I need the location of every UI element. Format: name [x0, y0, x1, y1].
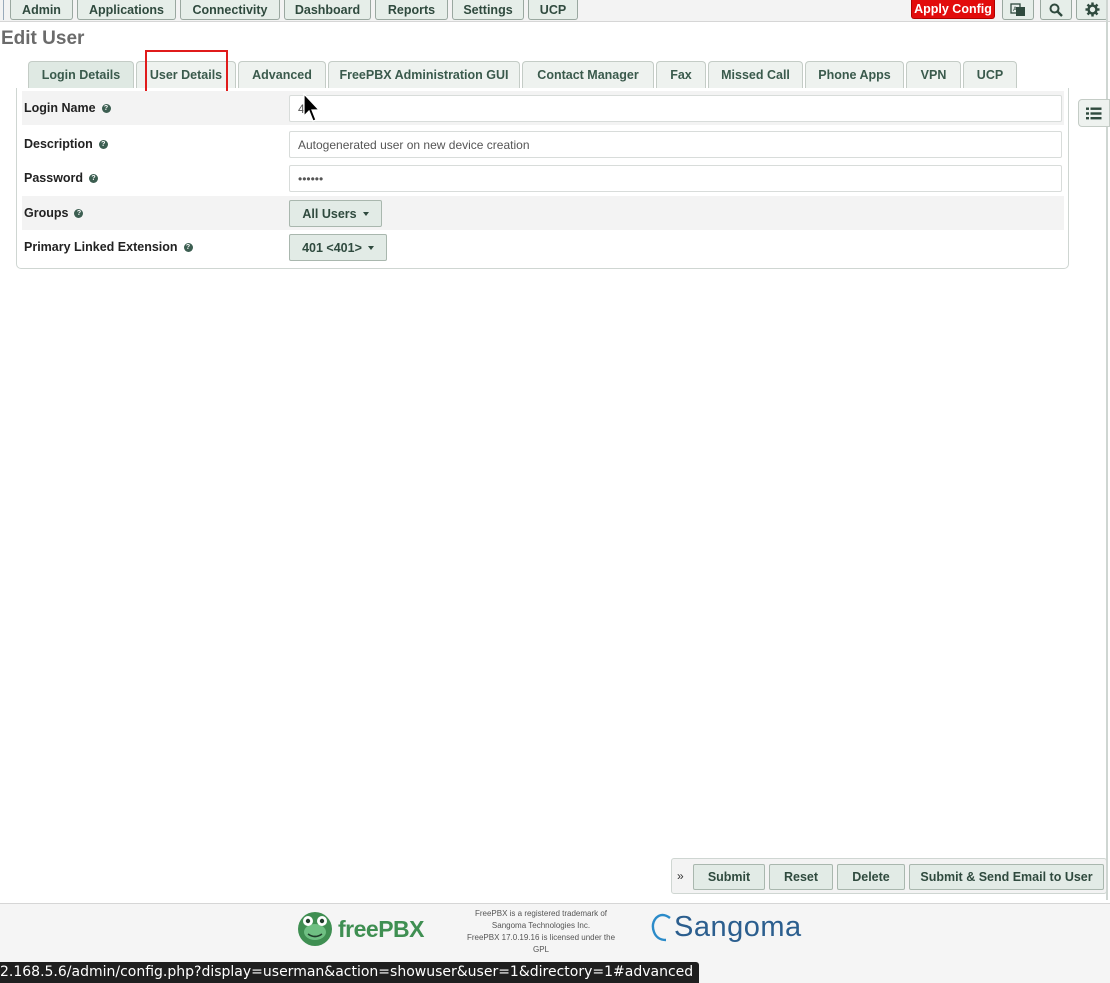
tab-advanced[interactable]: Advanced: [238, 61, 326, 88]
description-label-text: Description: [24, 137, 93, 151]
gear-icon: [1084, 2, 1100, 17]
trademark-line: FreePBX is a registered trademark of: [474, 909, 608, 918]
search-icon: [1049, 3, 1063, 17]
groups-row: Groups ? All Users: [22, 196, 1064, 230]
primary-extension-label-text: Primary Linked Extension: [24, 240, 178, 254]
side-nav-toggle[interactable]: [1078, 99, 1110, 127]
language-icon: A: [1010, 2, 1025, 16]
freepbx-frog-icon: [298, 912, 332, 946]
nav-connectivity[interactable]: Connectivity: [180, 0, 280, 20]
tab-ucp[interactable]: UCP: [963, 61, 1017, 88]
login-name-label-text: Login Name: [24, 101, 96, 115]
password-label-text: Password: [24, 171, 84, 185]
groups-dropdown-value: All Users: [302, 206, 357, 221]
tab-vpn[interactable]: VPN: [906, 61, 961, 88]
tab-login-details[interactable]: Login Details: [28, 61, 134, 88]
status-bar-url: 2.168.5.6/admin/config.php?display=userm…: [0, 962, 700, 983]
nav-settings[interactable]: Settings: [452, 0, 524, 20]
caret-down-icon: [362, 211, 369, 216]
groups-dropdown[interactable]: All Users: [289, 200, 382, 227]
list-icon: [1086, 107, 1102, 119]
primary-extension-label: Primary Linked Extension ?: [24, 240, 193, 254]
password-input[interactable]: [289, 165, 1062, 192]
primary-extension-dropdown[interactable]: 401 <401>: [289, 234, 387, 261]
description-input[interactable]: [289, 131, 1062, 158]
login-name-label: Login Name ?: [24, 101, 111, 115]
login-name-input[interactable]: [289, 95, 1062, 122]
right-border-line: [1106, 0, 1108, 900]
submit-send-email-button[interactable]: Submit & Send Email to User: [909, 864, 1104, 890]
apply-config-button[interactable]: Apply Config: [911, 0, 995, 19]
freepbx-logo[interactable]: freePBX: [296, 910, 424, 948]
nav-reports[interactable]: Reports: [375, 0, 448, 20]
description-label: Description ?: [24, 137, 108, 151]
tab-phone-apps[interactable]: Phone Apps: [805, 61, 904, 88]
password-label: Password ?: [24, 171, 99, 185]
primary-extension-dropdown-value: 401 <401>: [302, 240, 362, 255]
trademark-text: FreePBX is a registered trademark of San…: [461, 908, 621, 956]
trademark-line: Sangoma Technologies Inc.: [491, 921, 591, 930]
nav-ucp[interactable]: UCP: [528, 0, 578, 20]
delete-button[interactable]: Delete: [837, 864, 905, 890]
password-row: Password ?: [22, 161, 1064, 195]
tab-fax[interactable]: Fax: [656, 61, 706, 88]
sangoma-logo[interactable]: Sangoma: [650, 910, 802, 944]
nav-left-edge: [0, 0, 4, 20]
nav-applications[interactable]: Applications: [77, 0, 176, 20]
language-button[interactable]: A: [1002, 0, 1034, 20]
tab-missed-call[interactable]: Missed Call: [708, 61, 803, 88]
mouse-cursor-icon: [303, 93, 321, 122]
login-name-row: Login Name ?: [22, 91, 1064, 125]
nav-dashboard[interactable]: Dashboard: [284, 0, 371, 20]
trademark-line: FreePBX 17.0.19.16 is licensed under the: [466, 933, 616, 942]
help-icon[interactable]: ?: [74, 208, 84, 218]
settings-button[interactable]: [1076, 0, 1108, 20]
help-icon[interactable]: ?: [183, 242, 193, 252]
help-icon[interactable]: ?: [89, 173, 99, 183]
freepbx-logo-text: freePBX: [338, 915, 424, 942]
groups-label: Groups ?: [24, 206, 84, 220]
primary-extension-row: Primary Linked Extension ? 401 <401>: [22, 230, 1064, 264]
help-icon[interactable]: ?: [98, 139, 108, 149]
reset-button[interactable]: Reset: [769, 864, 833, 890]
description-row: Description ?: [22, 127, 1064, 161]
tab-freepbx-admin-gui[interactable]: FreePBX Administration GUI: [328, 61, 520, 88]
action-bar: » Submit Reset Delete Submit & Send Emai…: [671, 858, 1107, 894]
tab-contact-manager[interactable]: Contact Manager: [522, 61, 654, 88]
top-navbar: Admin Applications Connectivity Dashboar…: [0, 0, 1110, 22]
submit-button[interactable]: Submit: [693, 864, 765, 890]
groups-label-text: Groups: [24, 206, 69, 220]
caret-down-icon: [367, 245, 374, 250]
search-button[interactable]: [1040, 0, 1072, 20]
sangoma-cloud-icon: [651, 913, 671, 942]
help-icon[interactable]: ?: [101, 103, 111, 113]
nav-admin[interactable]: Admin: [10, 0, 73, 20]
trademark-line: GPL: [532, 945, 549, 954]
sangoma-logo-text: Sangoma: [674, 910, 802, 943]
page-title: Edit User: [1, 28, 85, 49]
double-chevron-right-icon[interactable]: »: [677, 869, 684, 883]
